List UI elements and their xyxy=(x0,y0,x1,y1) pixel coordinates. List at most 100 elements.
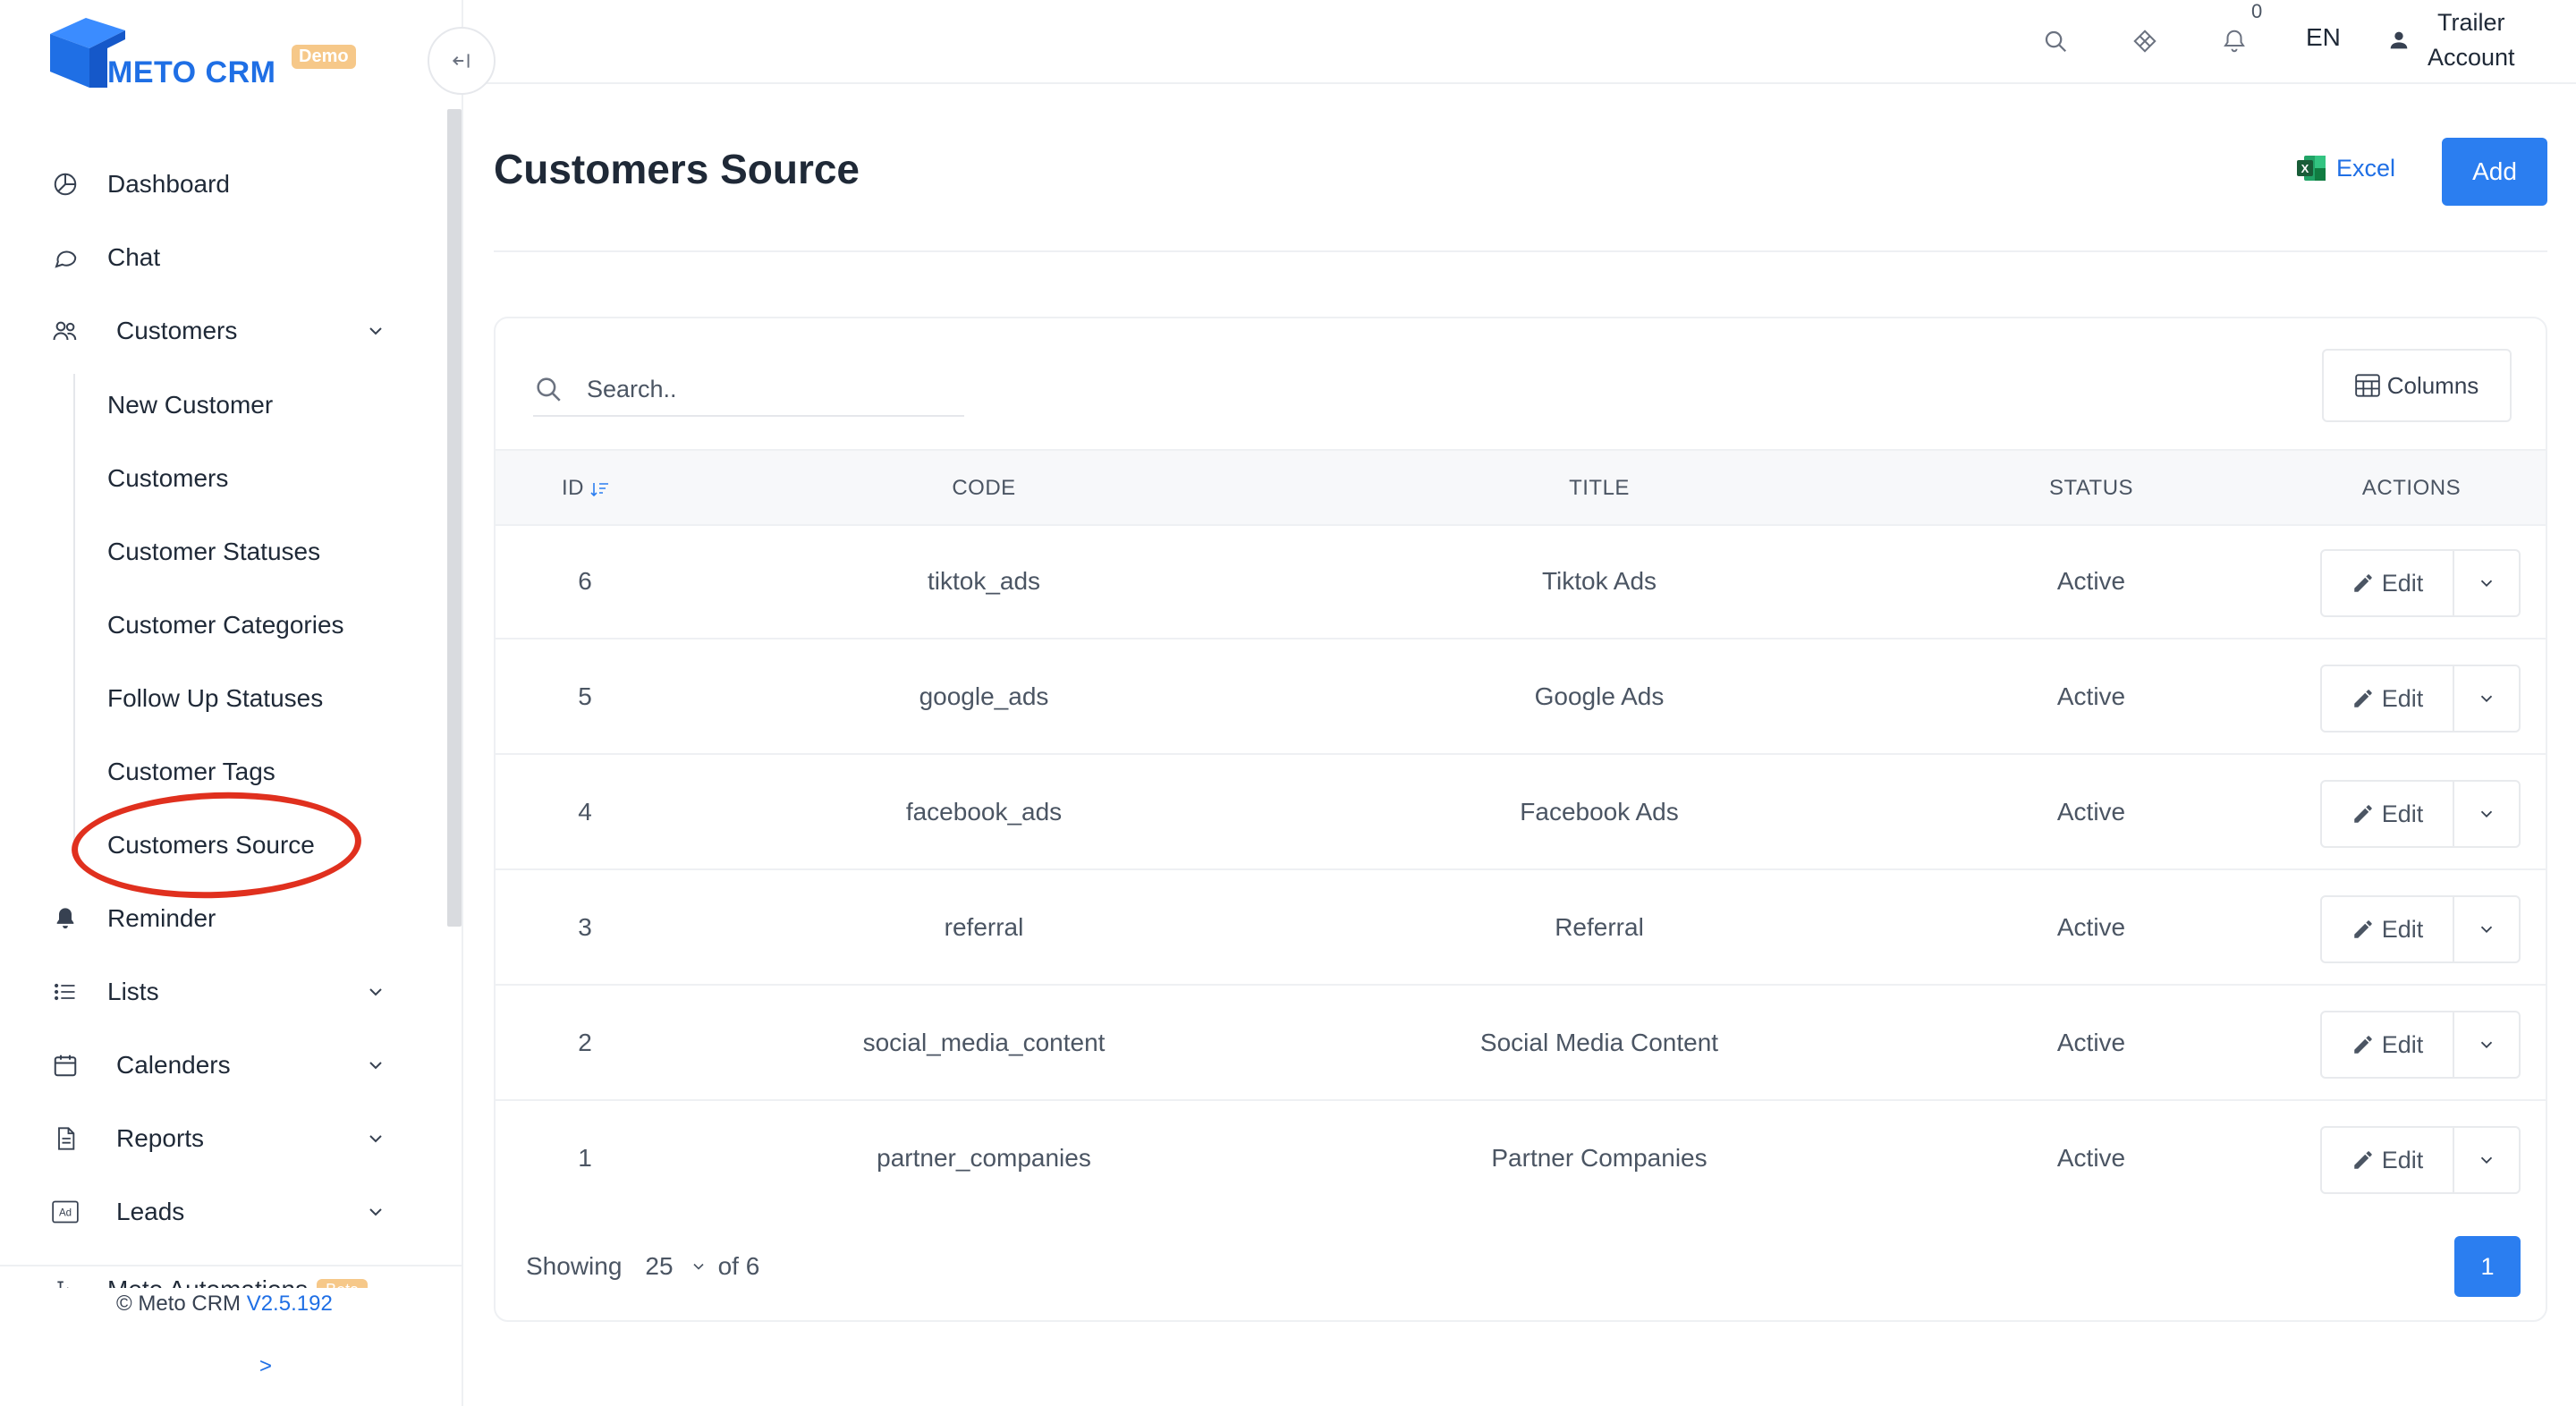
header-code[interactable]: CODE xyxy=(952,476,1015,501)
sidebar-footer-divider xyxy=(0,1265,462,1266)
table-grid-icon xyxy=(2354,374,2380,397)
cell-code: google_ads xyxy=(919,682,1049,710)
expand-sidebar-button[interactable]: > xyxy=(259,1354,272,1379)
columns-button[interactable]: Columns xyxy=(2322,349,2512,422)
account-name-line2: Account xyxy=(2428,44,2515,71)
pencil-icon xyxy=(2353,690,2372,707)
sidebar-item-leads[interactable]: Ad Leads xyxy=(50,1185,399,1239)
diamond-grid-icon[interactable] xyxy=(2127,23,2163,59)
sidebar-item-label: Dashboard xyxy=(107,170,230,198)
list-icon xyxy=(50,977,80,1007)
row-actions-dropdown[interactable] xyxy=(2454,666,2519,731)
notification-bell-icon[interactable] xyxy=(2216,23,2252,59)
edit-button[interactable]: Edit xyxy=(2322,782,2454,846)
page-button-current[interactable]: 1 xyxy=(2454,1236,2521,1297)
header-title[interactable]: TITLE xyxy=(1569,476,1630,501)
edit-button[interactable]: Edit xyxy=(2322,666,2454,731)
pencil-icon xyxy=(2353,1036,2372,1054)
cell-code: facebook_ads xyxy=(905,798,1063,826)
edit-button[interactable]: Edit xyxy=(2322,1128,2454,1192)
table-row: 5 google_ads Google Ads Active Edit xyxy=(496,641,2546,755)
edit-button[interactable]: Edit xyxy=(2322,897,2454,961)
sidebar: METO CRM Demo Dashboard Chat Customers N… xyxy=(0,0,463,1406)
chevron-down-icon[interactable] xyxy=(690,1258,708,1275)
row-actions: Edit xyxy=(2320,780,2521,848)
demo-badge: Demo xyxy=(292,45,356,69)
sidebar-item-meto-automations[interactable]: Meto Automations Beta xyxy=(50,1263,399,1288)
user-icon xyxy=(2390,31,2408,49)
row-actions: Edit xyxy=(2320,1126,2521,1194)
search-icon[interactable] xyxy=(2038,23,2073,59)
edit-button[interactable]: Edit xyxy=(2322,551,2454,615)
search-input[interactable] xyxy=(587,375,945,403)
brand-logo[interactable]: METO CRM Demo xyxy=(50,18,363,89)
title-divider xyxy=(494,250,2547,252)
cell-status: Active xyxy=(2056,798,2126,826)
cell-id: 5 xyxy=(578,682,592,710)
sidebar-item-label: Meto Automations xyxy=(107,1275,308,1288)
excel-export-button[interactable]: X Excel xyxy=(2295,154,2395,182)
sidebar-subitem-new-customer[interactable]: New Customer xyxy=(107,378,273,432)
edit-button[interactable]: Edit xyxy=(2322,1012,2454,1077)
chevron-down-icon xyxy=(2480,810,2493,818)
sidebar-subitem-customer-statuses[interactable]: Customer Statuses xyxy=(107,525,320,579)
sidebar-item-label: Leads xyxy=(116,1198,185,1225)
chevron-down-icon xyxy=(2480,695,2493,703)
language-switcher[interactable]: EN xyxy=(2306,23,2341,52)
collapse-sidebar-button[interactable] xyxy=(428,27,496,95)
row-actions-dropdown[interactable] xyxy=(2454,897,2519,961)
document-icon xyxy=(50,1123,80,1154)
sidebar-subitem-follow-up-statuses[interactable]: Follow Up Statuses xyxy=(107,672,323,725)
row-actions: Edit xyxy=(2320,549,2521,617)
copyright-label: © Meto CRM xyxy=(116,1292,242,1316)
cell-title: Tiktok Ads xyxy=(1541,567,1657,595)
chevron-down-icon xyxy=(2480,1156,2493,1165)
cell-title: Facebook Ads xyxy=(1520,798,1679,826)
row-actions-dropdown[interactable] xyxy=(2454,1128,2519,1192)
version-link[interactable]: V2.5.192 xyxy=(247,1292,333,1316)
account-name: Trailer Account xyxy=(2428,5,2515,75)
sidebar-item-reminder[interactable]: Reminder xyxy=(50,892,399,945)
row-actions: Edit xyxy=(2320,665,2521,733)
table-row: 1 partner_companies Partner Companies Activ… xyxy=(496,1103,2546,1216)
cell-status: Active xyxy=(2056,913,2126,941)
excel-label: Excel xyxy=(2336,154,2396,182)
chat-bubble-icon xyxy=(50,242,80,273)
sidebar-item-label: Reminder xyxy=(107,904,216,932)
sidebar-item-label: Customers xyxy=(116,317,238,344)
per-page-select[interactable]: 25 xyxy=(645,1252,673,1281)
edit-label: Edit xyxy=(2381,1030,2424,1058)
account-menu[interactable]: Trailer Account xyxy=(2386,5,2515,75)
row-actions-dropdown[interactable] xyxy=(2454,1012,2519,1077)
chevron-down-icon xyxy=(369,1062,382,1070)
row-actions-dropdown[interactable] xyxy=(2454,551,2519,615)
pencil-icon xyxy=(2353,805,2372,823)
sidebar-item-chat[interactable]: Chat xyxy=(50,231,399,284)
cell-title: Social Media Content xyxy=(1479,1029,1719,1056)
calendar-icon xyxy=(50,1050,80,1080)
cell-id: 3 xyxy=(578,913,592,941)
columns-label: Columns xyxy=(2386,371,2479,399)
cell-code: social_media_content xyxy=(862,1029,1106,1056)
edit-label: Edit xyxy=(2381,1146,2424,1173)
topbar: 0 EN Trailer Account xyxy=(463,0,2576,84)
sidebar-subitem-customer-tags[interactable]: Customer Tags xyxy=(107,745,275,799)
chevron-up-icon xyxy=(369,327,382,335)
sidebar-item-calenders[interactable]: Calenders xyxy=(50,1038,399,1092)
sidebar-item-dashboard[interactable]: Dashboard xyxy=(50,157,399,211)
cell-title: Referral xyxy=(1555,913,1644,941)
row-actions-dropdown[interactable] xyxy=(2454,782,2519,846)
header-status[interactable]: STATUS xyxy=(2049,476,2133,501)
sidebar-clipped-item: Meto Automations Beta xyxy=(0,1263,420,1288)
header-id[interactable]: ID xyxy=(562,476,610,501)
sidebar-item-customers[interactable]: Customers xyxy=(50,304,399,358)
sidebar-subitem-customer-categories[interactable]: Customer Categories xyxy=(107,598,344,652)
sidebar-scrollbar[interactable] xyxy=(447,109,462,927)
table-row: 3 referral Referral Active Edit xyxy=(496,872,2546,986)
edit-label: Edit xyxy=(2381,569,2424,597)
showing-label: Showing xyxy=(526,1252,623,1280)
sidebar-subitem-customers[interactable]: Customers xyxy=(107,452,228,505)
sidebar-item-lists[interactable]: Lists xyxy=(50,965,399,1019)
sidebar-item-reports[interactable]: Reports xyxy=(50,1112,399,1165)
add-button[interactable]: Add xyxy=(2442,138,2547,206)
